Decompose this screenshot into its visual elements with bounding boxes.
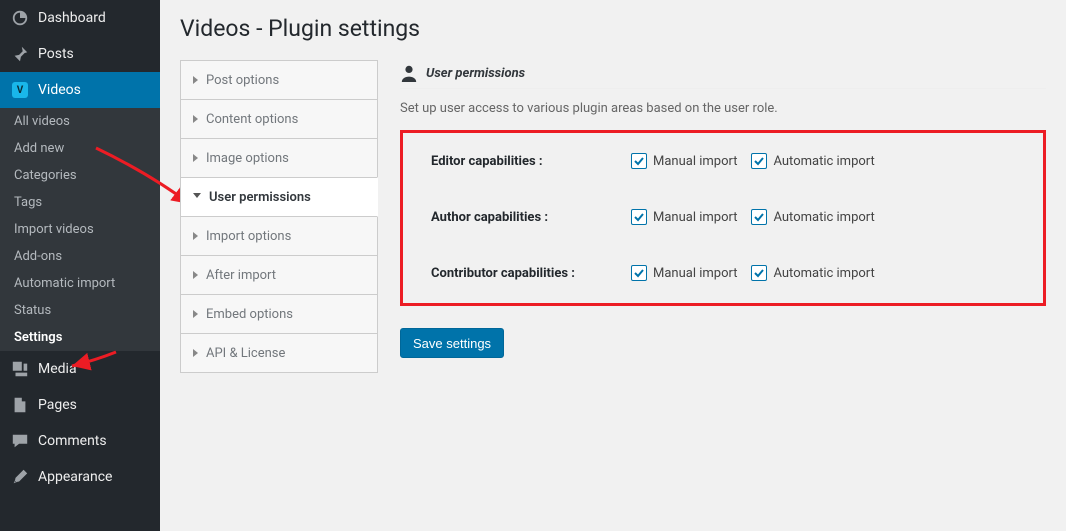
sub-item-all-videos[interactable]: All videos	[0, 108, 160, 135]
page-title: Videos - Plugin settings	[180, 10, 1046, 60]
checkbox-editor-manual[interactable]: Manual import	[631, 153, 737, 169]
cap-row-author: Author capabilities : Manual import Auto…	[431, 209, 1015, 225]
dashboard-icon	[10, 8, 30, 28]
tab-after-import[interactable]: After import	[180, 255, 378, 295]
check-icon	[631, 153, 647, 169]
checkbox-editor-auto[interactable]: Automatic import	[751, 153, 874, 169]
chk-label: Manual import	[653, 210, 737, 225]
sidebar-item-comments[interactable]: Comments	[0, 423, 160, 459]
chk-label: Automatic import	[773, 210, 874, 225]
sidebar-label: Pages	[38, 397, 77, 413]
brush-icon	[10, 467, 30, 487]
sub-item-import-videos[interactable]: Import videos	[0, 216, 160, 243]
tab-label: Content options	[206, 112, 298, 127]
sidebar-item-videos[interactable]: V Videos	[0, 72, 160, 108]
tab-label: Embed options	[206, 307, 293, 322]
checkbox-contributor-manual[interactable]: Manual import	[631, 265, 737, 281]
tab-image-options[interactable]: Image options	[180, 138, 378, 178]
tab-post-options[interactable]: Post options	[180, 60, 378, 100]
sub-item-add-new[interactable]: Add new	[0, 135, 160, 162]
tab-label: User permissions	[209, 190, 311, 205]
sidebar-label: Dashboard	[38, 10, 106, 26]
sub-item-categories[interactable]: Categories	[0, 162, 160, 189]
check-icon	[631, 209, 647, 225]
page-icon	[10, 395, 30, 415]
admin-sidebar: Dashboard Posts V Videos All videos Add …	[0, 0, 160, 531]
tab-label: Image options	[206, 151, 289, 166]
user-icon	[400, 64, 418, 82]
cap-label: Editor capabilities :	[431, 154, 631, 169]
check-icon	[751, 153, 767, 169]
sidebar-item-appearance[interactable]: Appearance	[0, 459, 160, 495]
checkbox-contributor-auto[interactable]: Automatic import	[751, 265, 874, 281]
sub-item-addons[interactable]: Add-ons	[0, 243, 160, 270]
tab-import-options[interactable]: Import options	[180, 216, 378, 256]
capabilities-box: Editor capabilities : Manual import Auto…	[400, 130, 1046, 306]
tab-api-license[interactable]: API & License	[180, 333, 378, 373]
cap-label: Contributor capabilities :	[431, 266, 631, 281]
sub-item-status[interactable]: Status	[0, 297, 160, 324]
sidebar-item-dashboard[interactable]: Dashboard	[0, 0, 160, 36]
sidebar-label: Posts	[38, 46, 74, 62]
chk-label: Manual import	[653, 266, 737, 281]
settings-panel: User permissions Set up user access to v…	[377, 60, 1046, 372]
cap-row-editor: Editor capabilities : Manual import Auto…	[431, 153, 1015, 169]
sidebar-item-posts[interactable]: Posts	[0, 36, 160, 72]
settings-tabs: Post options Content options Image optio…	[180, 60, 378, 372]
tab-label: Import options	[206, 229, 291, 244]
comment-icon	[10, 431, 30, 451]
check-icon	[751, 209, 767, 225]
chk-label: Manual import	[653, 154, 737, 169]
cap-label: Author capabilities :	[431, 210, 631, 225]
save-settings-button[interactable]: Save settings	[400, 328, 504, 358]
sidebar-sub-videos: All videos Add new Categories Tags Impor…	[0, 108, 160, 351]
sub-item-tags[interactable]: Tags	[0, 189, 160, 216]
sidebar-label: Videos	[38, 82, 81, 98]
video-icon: V	[10, 80, 30, 100]
sidebar-label: Appearance	[38, 469, 112, 485]
tab-content-options[interactable]: Content options	[180, 99, 378, 139]
sidebar-item-media[interactable]: Media	[0, 351, 160, 387]
pin-icon	[10, 44, 30, 64]
check-icon	[751, 265, 767, 281]
sidebar-item-pages[interactable]: Pages	[0, 387, 160, 423]
sidebar-label: Comments	[38, 433, 107, 449]
cap-row-contributor: Contributor capabilities : Manual import…	[431, 265, 1015, 281]
check-icon	[631, 265, 647, 281]
chk-label: Automatic import	[773, 154, 874, 169]
sidebar-label: Media	[38, 361, 77, 377]
tab-embed-options[interactable]: Embed options	[180, 294, 378, 334]
panel-title: User permissions	[426, 66, 525, 81]
checkbox-author-auto[interactable]: Automatic import	[751, 209, 874, 225]
tab-label: After import	[206, 268, 276, 283]
media-icon	[10, 359, 30, 379]
sub-item-settings[interactable]: Settings	[0, 324, 160, 351]
main-content: Videos - Plugin settings Post options Co…	[160, 0, 1066, 531]
sub-item-automatic-import[interactable]: Automatic import	[0, 270, 160, 297]
chk-label: Automatic import	[773, 266, 874, 281]
tab-label: Post options	[206, 73, 279, 88]
tab-label: API & License	[206, 346, 285, 361]
checkbox-author-manual[interactable]: Manual import	[631, 209, 737, 225]
panel-note: Set up user access to various plugin are…	[400, 88, 1046, 116]
tab-user-permissions[interactable]: User permissions	[180, 177, 378, 217]
